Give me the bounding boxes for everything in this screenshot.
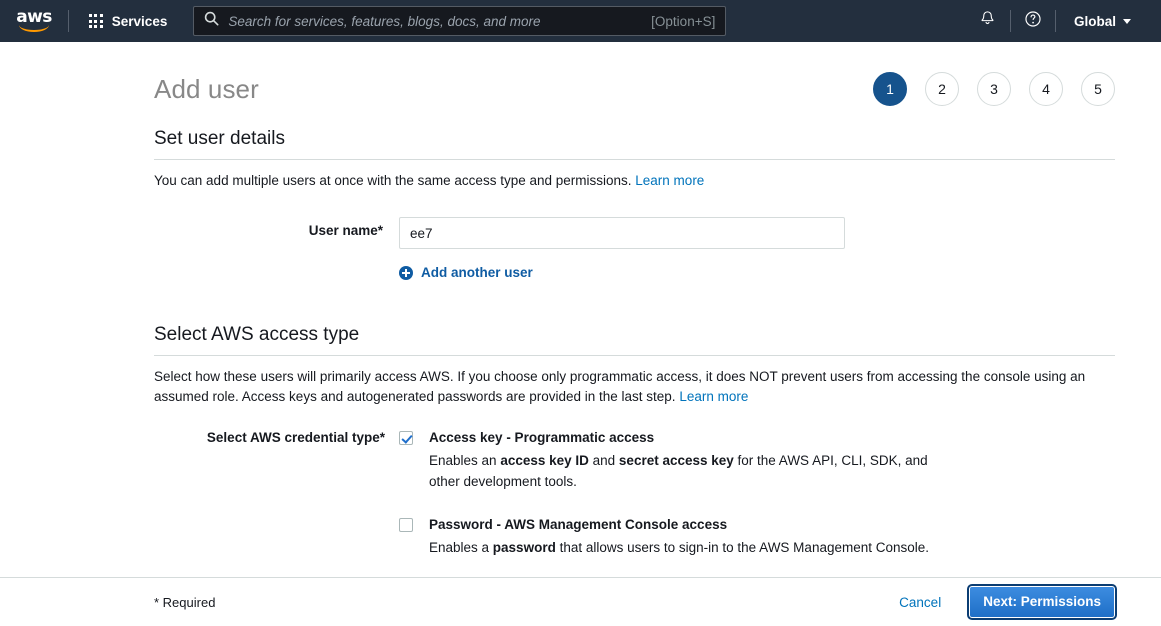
select-access-type-section: Select AWS access type Select how these … — [0, 324, 1161, 558]
step-4[interactable]: 4 — [1029, 72, 1063, 106]
notifications-button[interactable] — [966, 0, 1010, 42]
plus-circle-icon — [399, 265, 413, 280]
nav-right-group: Global — [966, 0, 1147, 42]
set-user-details-heading: Set user details — [154, 128, 1115, 160]
credential-type-options: Access key - Programmatic access Enables… — [399, 429, 1115, 558]
page-footer: * Required Cancel Next: Permissions — [0, 577, 1161, 626]
credential-type-row: Select AWS credential type* Access key -… — [154, 429, 1115, 558]
region-label: Global — [1073, 13, 1116, 29]
services-menu-button[interactable]: Services — [83, 10, 173, 33]
add-another-user-label: Add another user — [421, 265, 533, 280]
access-key-desc-part-2: and — [588, 453, 619, 468]
step-5[interactable]: 5 — [1081, 72, 1115, 106]
footer-actions: Cancel Next: Permissions — [899, 584, 1117, 620]
password-desc-bold-1: password — [492, 540, 556, 555]
step-3[interactable]: 3 — [977, 72, 1011, 106]
search-icon — [204, 11, 219, 31]
search-placeholder-text: Search for services, features, blogs, do… — [228, 13, 541, 29]
set-user-details-description: You can add multiple users at once with … — [154, 171, 1114, 191]
password-desc-part-1: Enables a — [429, 540, 493, 555]
aws-logo-text: aws — [16, 7, 52, 27]
credential-type-label: Select AWS credential type* — [206, 430, 385, 445]
search-input[interactable]: Search for services, features, blogs, do… — [193, 6, 727, 36]
username-input[interactable] — [399, 217, 845, 249]
access-type-learn-more-link[interactable]: Learn more — [679, 389, 748, 404]
nav-divider — [68, 10, 69, 32]
step-indicator: 1 2 3 4 5 — [873, 72, 1115, 106]
aws-logo-swoosh — [19, 25, 49, 32]
access-key-desc-bold-1: access key ID — [500, 453, 589, 468]
grid-menu-icon — [89, 14, 103, 28]
access-key-desc-part-1: Enables an — [429, 453, 501, 468]
password-title[interactable]: Password - AWS Management Console access — [429, 516, 929, 533]
bell-icon — [979, 10, 996, 32]
aws-logo-icon[interactable]: aws — [14, 8, 54, 34]
top-navigation-bar: aws Services Search for services, featur… — [0, 0, 1161, 42]
add-another-user-button[interactable]: Add another user — [399, 265, 533, 280]
chevron-down-icon — [1123, 18, 1131, 24]
username-form-row: User name* Add another user — [154, 217, 1115, 280]
set-user-details-description-text: You can add multiple users at once with … — [154, 173, 632, 188]
select-access-type-heading: Select AWS access type — [154, 324, 1115, 356]
help-button[interactable] — [1011, 0, 1055, 42]
user-details-learn-more-link[interactable]: Learn more — [635, 173, 704, 188]
page-body: Add user 1 2 3 4 5 Set user details You … — [0, 42, 1161, 626]
region-selector[interactable]: Global — [1056, 0, 1147, 42]
help-circle-icon — [1024, 10, 1042, 33]
password-checkbox[interactable] — [399, 518, 413, 532]
username-field-group: Add another user — [399, 217, 845, 280]
password-text-group: Password - AWS Management Console access… — [429, 516, 929, 558]
search-shortcut-hint: [Option+S] — [651, 13, 716, 29]
username-label: User name* — [308, 223, 383, 238]
credential-option-access-key: Access key - Programmatic access Enables… — [399, 429, 1115, 492]
select-access-type-description: Select how these users will primarily ac… — [154, 367, 1114, 407]
cancel-button[interactable]: Cancel — [899, 595, 941, 610]
password-description: Enables a password that allows users to … — [429, 537, 929, 558]
next-permissions-button[interactable]: Next: Permissions — [967, 584, 1117, 620]
required-note: * Required — [154, 594, 216, 610]
step-2[interactable]: 2 — [925, 72, 959, 106]
services-menu-label: Services — [111, 13, 168, 29]
access-key-checkbox[interactable] — [399, 431, 413, 445]
access-key-text-group: Access key - Programmatic access Enables… — [429, 429, 959, 492]
access-key-title[interactable]: Access key - Programmatic access — [429, 429, 959, 446]
password-desc-part-2: that allows users to sign-in to the AWS … — [555, 540, 930, 555]
page-title: Add user — [154, 73, 259, 104]
select-access-type-description-text: Select how these users will primarily ac… — [154, 369, 1086, 404]
access-key-description: Enables an access key ID and secret acce… — [429, 450, 959, 492]
credential-option-password: Password - AWS Management Console access… — [399, 516, 1115, 558]
set-user-details-section: Set user details You can add multiple us… — [0, 128, 1161, 280]
page-header: Add user 1 2 3 4 5 — [0, 42, 1161, 110]
step-1[interactable]: 1 — [873, 72, 907, 106]
access-key-desc-bold-2: secret access key — [618, 453, 734, 468]
